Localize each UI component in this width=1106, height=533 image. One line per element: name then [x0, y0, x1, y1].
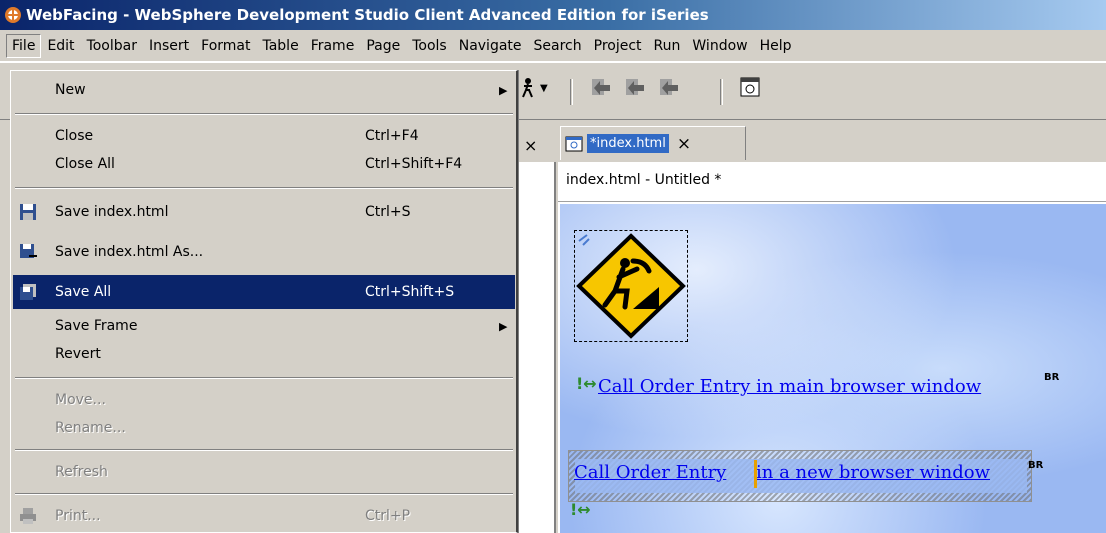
run-person-icon[interactable] — [520, 77, 536, 99]
title-bar: WebFacing - WebSphere Development Studio… — [0, 0, 1106, 30]
menu-insert[interactable]: Insert — [143, 34, 195, 58]
menu-item-label: Save index.html — [55, 204, 169, 220]
script-marker-icon: !↔ — [576, 374, 597, 393]
nav-last-icon[interactable] — [658, 77, 680, 99]
link-new-window-part1[interactable]: Call Order Entry — [574, 462, 726, 483]
menu-separator — [15, 493, 513, 495]
menu-run[interactable]: Run — [648, 34, 687, 58]
menu-item-accel: Ctrl+S — [365, 204, 411, 220]
menu-item-label: Close All — [55, 156, 115, 172]
menu-item-rename: Rename... — [13, 411, 515, 445]
design-canvas[interactable]: !↔ Call Order Entry in main browser wind… — [560, 204, 1106, 533]
printer-icon — [20, 508, 36, 524]
save-all-disk-icon — [20, 284, 36, 300]
menu-item-label: Move... — [55, 392, 106, 408]
menu-tools[interactable]: Tools — [406, 34, 453, 58]
menu-item-label: Refresh — [55, 464, 108, 480]
editor-header: index.html - Untitled * — [558, 162, 1106, 202]
menu-item-label: Revert — [55, 346, 101, 362]
br-marker: BR — [1044, 372, 1060, 383]
menu-project[interactable]: Project — [588, 34, 648, 58]
dropdown-arrow-icon[interactable]: ▼ — [540, 83, 548, 94]
nav-back-icon[interactable] — [590, 77, 612, 99]
file-menu: New ▶ Close Ctrl+F4 Close All Ctrl+Shift… — [10, 70, 518, 533]
menu-item-close-all[interactable]: Close All Ctrl+Shift+F4 — [13, 147, 515, 181]
menu-item-save-all[interactable]: Save All Ctrl+Shift+S — [13, 275, 515, 309]
menu-separator — [15, 113, 513, 115]
menu-file[interactable]: File — [6, 33, 42, 58]
menu-item-save[interactable]: Save index.html Ctrl+S — [13, 195, 515, 229]
menu-item-refresh: Refresh — [13, 455, 515, 489]
menu-search[interactable]: Search — [528, 34, 588, 58]
menu-item-new[interactable]: New ▶ — [13, 73, 515, 107]
html-file-icon — [565, 136, 583, 151]
br-marker: BR — [1028, 460, 1044, 471]
menu-navigate[interactable]: Navigate — [453, 34, 528, 58]
menu-item-save-as[interactable]: Save index.html As... — [13, 235, 515, 269]
save-disk-icon — [20, 204, 36, 220]
script-marker-icon: !↔ — [570, 500, 591, 519]
menu-item-accel: Ctrl+Shift+S — [365, 284, 455, 300]
menu-bar: File Edit Toolbar Insert Format Table Fr… — [0, 30, 1106, 62]
tab-label: *index.html — [587, 134, 669, 153]
menu-edit[interactable]: Edit — [41, 34, 80, 58]
page-designer: index.html - Untitled * !↔ Call Order En… — [558, 162, 1106, 533]
menu-item-accel: Ctrl+Shift+F4 — [365, 156, 463, 172]
menu-separator — [15, 449, 513, 451]
submenu-arrow-icon: ▶ — [499, 83, 508, 97]
menu-window[interactable]: Window — [686, 34, 753, 58]
tab-close-icon[interactable]: × — [677, 134, 691, 154]
link-main-window[interactable]: Call Order Entry in main browser window — [598, 376, 981, 397]
tab-index-html[interactable]: *index.html × — [560, 126, 746, 160]
menu-item-print: Print... Ctrl+P — [13, 499, 515, 533]
menu-item-label: Print... — [55, 508, 101, 524]
toolbar-separator — [570, 79, 573, 105]
submenu-arrow-icon: ▶ — [499, 319, 508, 333]
menu-item-label: Save index.html As... — [55, 244, 204, 260]
left-panel-close-icon[interactable]: × — [524, 136, 537, 155]
window-title: WebFacing - WebSphere Development Studio… — [26, 6, 709, 24]
construction-sign-icon — [576, 233, 686, 339]
menu-separator — [15, 187, 513, 189]
app-icon — [5, 7, 21, 23]
menu-item-accel: Ctrl+P — [365, 508, 411, 524]
menu-item-revert[interactable]: Revert — [13, 337, 515, 371]
link-new-window-part2[interactable]: in a new browser window — [756, 462, 990, 483]
menu-item-label: Save Frame — [55, 318, 138, 334]
save-as-disk-icon — [20, 244, 37, 258]
nav-forward-icon[interactable] — [624, 77, 646, 99]
text-caret — [754, 460, 757, 488]
menu-help[interactable]: Help — [754, 34, 798, 58]
menu-separator — [15, 377, 513, 379]
menu-item-label: New — [55, 82, 86, 98]
menu-page[interactable]: Page — [360, 34, 406, 58]
menu-format[interactable]: Format — [195, 34, 256, 58]
menu-item-accel: Ctrl+F4 — [365, 128, 419, 144]
menu-table[interactable]: Table — [256, 34, 304, 58]
under-construction-image[interactable] — [574, 230, 688, 342]
menu-item-label: Rename... — [55, 420, 126, 436]
toolbar-separator — [720, 79, 723, 105]
menu-item-label: Save All — [55, 284, 112, 300]
menu-frame[interactable]: Frame — [305, 34, 361, 58]
preview-icon[interactable] — [740, 77, 760, 97]
menu-item-label: Close — [55, 128, 94, 144]
left-panel — [518, 162, 556, 533]
menu-toolbar[interactable]: Toolbar — [81, 34, 143, 58]
